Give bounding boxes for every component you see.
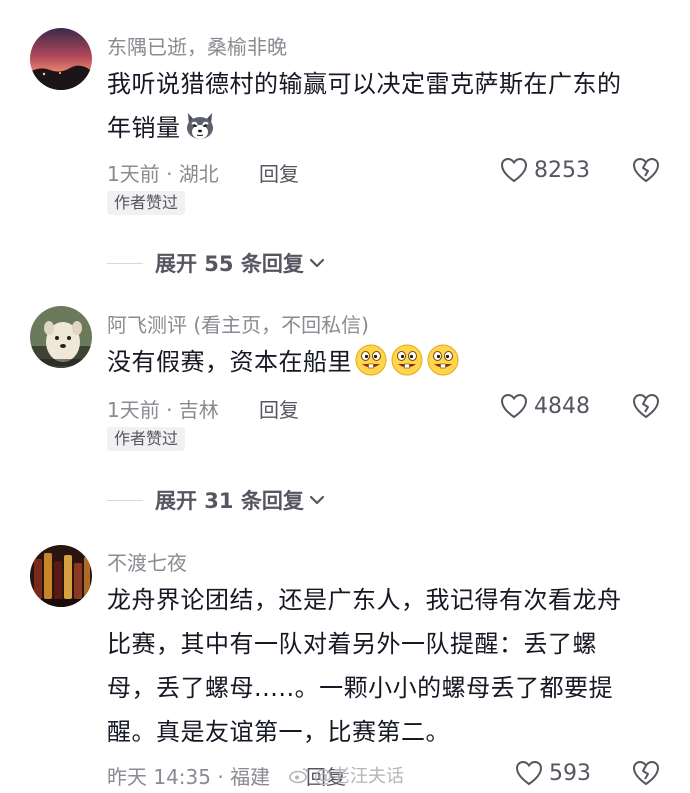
- comment-username[interactable]: 不渡七夜: [107, 547, 187, 576]
- expand-replies-button[interactable]: 展开 55 条回复: [107, 248, 326, 278]
- comment-text-line: 比赛，其中有一队对着另外一队提醒：丢了螺: [107, 630, 597, 658]
- dislike-button[interactable]: [632, 760, 660, 786]
- husky-emoji-icon: [183, 109, 217, 143]
- expand-replies-label: 展开 55 条回复: [155, 252, 304, 276]
- comment-text: 我听说猎德村的输赢可以决定雷克萨斯在广东的 年销量: [107, 62, 662, 150]
- comment-text-line: 龙舟界论团结，还是广东人，我记得有次看龙舟: [107, 586, 622, 614]
- divider: [107, 262, 143, 264]
- expand-replies-button[interactable]: 展开 31 条回复: [107, 485, 326, 515]
- like-count: 4848: [534, 393, 590, 419]
- author-liked-badge: 作者赞过: [107, 427, 186, 451]
- dislike-button[interactable]: [632, 393, 660, 419]
- comment-text-line: 我听说猎德村的输赢可以决定雷克萨斯在广东的: [107, 70, 622, 98]
- chevron-down-icon: [304, 494, 326, 506]
- watermark-text: @老汪夫话: [314, 766, 404, 787]
- grinning-teeth-emoji-icon: [354, 343, 388, 377]
- grinning-teeth-emoji-icon: [426, 343, 460, 377]
- chevron-down-icon: [304, 257, 326, 269]
- avatar[interactable]: [30, 28, 92, 90]
- heart-outline-icon: [515, 760, 543, 786]
- weibo-logo-icon: [288, 766, 314, 784]
- comment-time-location: 昨天 14:35 · 福建: [107, 765, 271, 789]
- reply-button[interactable]: 回复: [259, 394, 299, 423]
- author-liked-badge: 作者赞过: [107, 191, 186, 215]
- dislike-button[interactable]: [632, 157, 660, 183]
- comment-text: 龙舟界论团结，还是广东人，我记得有次看龙舟 比赛，其中有一队对着另外一队提醒：丢…: [107, 578, 662, 754]
- comment-time-location: 1天前 · 吉林: [107, 398, 219, 422]
- avatar-bottles-image: [30, 545, 92, 607]
- comment-text-line: 母，丢了螺母.....。一颗小小的螺母丢了都要提: [107, 674, 614, 702]
- avatar-sunset-image: [30, 28, 92, 90]
- comment-text-line: 年销量: [107, 114, 181, 142]
- reply-button[interactable]: 回复: [259, 158, 299, 187]
- comment-text-line: 没有假赛，资本在船里: [107, 348, 352, 376]
- avatar-dog-image: [30, 306, 92, 368]
- like-button[interactable]: 8253: [500, 157, 590, 183]
- like-button[interactable]: 593: [515, 760, 591, 786]
- comment-text-line: 醒。真是友谊第一，比赛第二。: [107, 718, 450, 746]
- comment-text-line-with-emoji: 没有假赛，资本在船里: [107, 340, 662, 384]
- comment-username[interactable]: 阿飞测评 (看主页，不回私信): [107, 309, 369, 338]
- like-count: 593: [549, 760, 591, 786]
- avatar[interactable]: [30, 306, 92, 368]
- comment-username[interactable]: 东隅已逝，桑榆非晚: [107, 31, 287, 60]
- comment-text-line-with-emoji: 年销量: [107, 106, 662, 150]
- expand-replies-label: 展开 31 条回复: [155, 489, 304, 513]
- like-count: 8253: [534, 157, 590, 183]
- broken-heart-icon: [632, 393, 660, 419]
- avatar[interactable]: [30, 545, 92, 607]
- heart-outline-icon: [500, 157, 528, 183]
- comment-text: 没有假赛，资本在船里: [107, 340, 662, 384]
- like-button[interactable]: 4848: [500, 393, 590, 419]
- comment-time-location: 1天前 · 湖北: [107, 162, 219, 186]
- watermark: @老汪夫话: [288, 762, 404, 788]
- divider: [107, 499, 143, 501]
- broken-heart-icon: [632, 760, 660, 786]
- broken-heart-icon: [632, 157, 660, 183]
- grinning-teeth-emoji-icon: [390, 343, 424, 377]
- heart-outline-icon: [500, 393, 528, 419]
